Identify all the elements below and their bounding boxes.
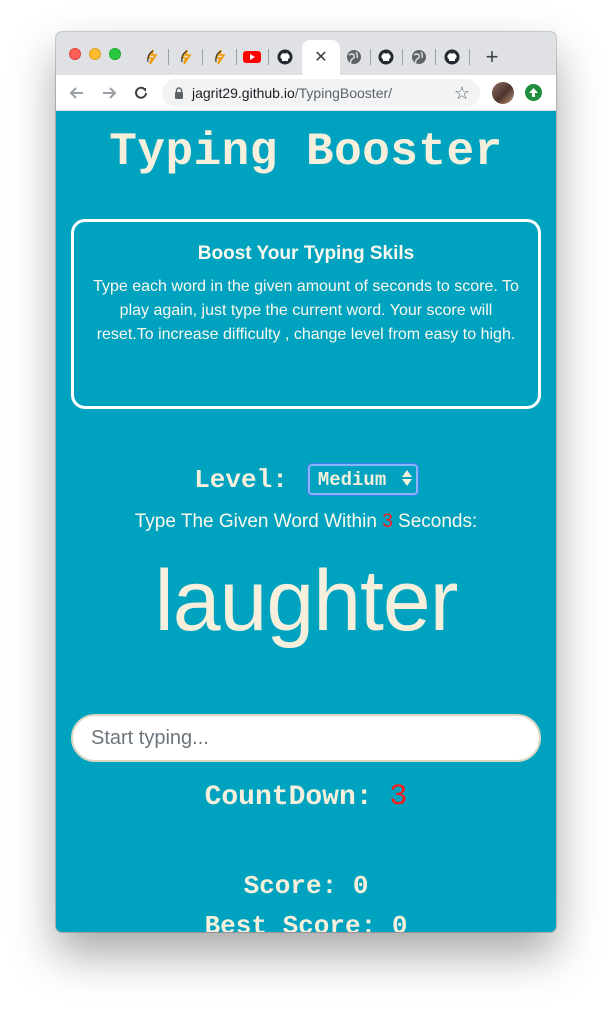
best-score-value: 0 bbox=[391, 911, 408, 932]
browser-tab-active[interactable]: ✕ bbox=[302, 40, 340, 75]
globe-icon bbox=[412, 50, 426, 64]
reload-icon bbox=[135, 86, 147, 99]
browser-tab[interactable] bbox=[271, 45, 299, 69]
instruction-seconds: 3 bbox=[382, 511, 393, 532]
back-button[interactable] bbox=[66, 82, 88, 104]
profile-avatar[interactable] bbox=[492, 82, 514, 104]
countdown: CountDown: 3 bbox=[56, 780, 556, 814]
browser-tab[interactable] bbox=[238, 45, 266, 69]
browser-tab[interactable] bbox=[206, 45, 234, 69]
arrow-down-icon bbox=[401, 479, 412, 486]
browser-tab[interactable] bbox=[405, 45, 433, 69]
github-icon bbox=[378, 49, 394, 65]
select-arrows-icon bbox=[401, 470, 412, 486]
instruction-prefix: Type The Given Word Within bbox=[134, 511, 383, 532]
url-path: /TypingBooster/ bbox=[294, 85, 393, 101]
level-select[interactable]: Medium bbox=[306, 463, 419, 496]
instruction-suffix: Seconds: bbox=[392, 511, 478, 532]
window-close-button[interactable] bbox=[69, 48, 81, 60]
tab-divider bbox=[268, 49, 269, 65]
reload-button[interactable] bbox=[130, 82, 152, 104]
forward-button[interactable] bbox=[98, 82, 120, 104]
page-content: Typing Booster Boost Your Typing Skils T… bbox=[56, 111, 556, 932]
current-word: laughter bbox=[154, 553, 459, 649]
best-score-label: Best Score: bbox=[204, 911, 377, 932]
score-value: 0 bbox=[352, 871, 369, 901]
globe-icon bbox=[347, 50, 361, 64]
tab-divider bbox=[370, 49, 371, 65]
tab-divider bbox=[469, 49, 470, 65]
tab-strip: ✕ + bbox=[56, 32, 556, 75]
tab-divider bbox=[202, 49, 203, 65]
time-instruction: Type The Given Word Within 3 Seconds: bbox=[56, 511, 556, 533]
level-selected-value: Medium bbox=[317, 468, 387, 491]
extension-button[interactable] bbox=[525, 84, 542, 101]
close-icon[interactable]: ✕ bbox=[314, 49, 327, 66]
instructions-heading: Boost Your Typing Skils bbox=[197, 243, 415, 264]
tab-divider bbox=[168, 49, 169, 65]
blogger-logo-icon bbox=[146, 49, 158, 65]
browser-tab[interactable] bbox=[438, 45, 466, 69]
window-zoom-button[interactable] bbox=[109, 48, 121, 60]
level-row: Level: Medium bbox=[56, 463, 556, 496]
countdown-label: CountDown: bbox=[204, 782, 373, 813]
address-bar[interactable]: jagrit29.github.io/TypingBooster/ ☆ bbox=[162, 79, 480, 107]
tab-divider bbox=[236, 49, 237, 65]
instructions-box: Boost Your Typing Skils Type each word i… bbox=[71, 219, 541, 409]
bookmark-star-icon[interactable]: ☆ bbox=[454, 83, 470, 103]
arrow-up-icon bbox=[401, 470, 412, 477]
browser-tab[interactable] bbox=[138, 45, 166, 69]
new-tab-button[interactable]: + bbox=[482, 45, 502, 69]
url-text: jagrit29.github.io/TypingBooster/ bbox=[192, 85, 392, 101]
url-host: jagrit29.github.io bbox=[192, 85, 295, 101]
browser-tab[interactable] bbox=[372, 45, 400, 69]
github-icon bbox=[277, 49, 293, 65]
browser-toolbar: jagrit29.github.io/TypingBooster/ ☆ bbox=[56, 75, 556, 111]
instructions-text: Type each word in the given amount of se… bbox=[93, 278, 519, 343]
typing-input[interactable] bbox=[71, 714, 541, 762]
tab-divider bbox=[402, 49, 403, 65]
browser-window: ✕ + jagrit29.github.io/TypingBooster/ ☆ … bbox=[56, 32, 556, 932]
countdown-value: 3 bbox=[389, 780, 408, 814]
upload-arrow-icon bbox=[529, 88, 538, 97]
github-icon bbox=[444, 49, 460, 65]
level-label: Level: bbox=[194, 464, 288, 495]
score: Score: 0 bbox=[56, 871, 556, 901]
page-title: Typing Booster bbox=[109, 126, 503, 178]
lock-icon bbox=[175, 87, 183, 99]
browser-tab[interactable] bbox=[340, 45, 368, 69]
score-label: Score: bbox=[243, 871, 338, 901]
blogger-logo-icon bbox=[214, 49, 226, 65]
tab-divider bbox=[435, 49, 436, 65]
back-arrow-icon bbox=[69, 87, 83, 99]
window-minimize-button[interactable] bbox=[89, 48, 101, 60]
blogger-logo-icon bbox=[180, 49, 192, 65]
best-score: Best Score: 0 bbox=[56, 911, 556, 932]
browser-tab[interactable] bbox=[172, 45, 200, 69]
youtube-icon bbox=[243, 51, 261, 63]
forward-arrow-icon bbox=[103, 87, 117, 99]
